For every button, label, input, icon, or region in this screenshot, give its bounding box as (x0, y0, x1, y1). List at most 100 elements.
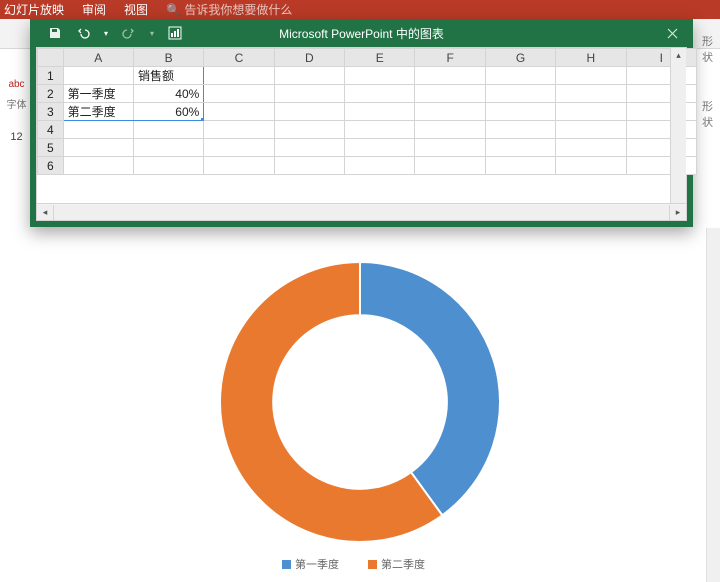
row-header[interactable]: 4 (38, 121, 64, 139)
legend-label: 第一季度 (295, 556, 339, 572)
ribbon-tab-slideshow[interactable]: 幻灯片放映 (4, 1, 64, 18)
cell[interactable] (556, 85, 626, 103)
col-header[interactable]: D (274, 49, 344, 67)
cell[interactable] (485, 85, 555, 103)
cell[interactable] (204, 85, 274, 103)
cell[interactable]: 第二季度 (63, 103, 133, 121)
row-header[interactable]: 2 (38, 85, 64, 103)
data-sheet[interactable]: A B C D E F G H I 1 销售额 (37, 48, 686, 203)
cell[interactable] (485, 103, 555, 121)
cell[interactable] (556, 139, 626, 157)
close-button[interactable] (651, 19, 693, 47)
scrollbar-track[interactable] (53, 205, 670, 220)
range-handle-icon[interactable] (201, 118, 204, 121)
cell[interactable] (415, 85, 485, 103)
horizontal-scrollbar[interactable]: ◂ ▸ (37, 203, 686, 220)
legend-swatch-icon (429, 560, 438, 569)
cell[interactable] (345, 157, 415, 175)
cell[interactable] (556, 103, 626, 121)
cell[interactable] (63, 121, 133, 139)
cell[interactable] (274, 85, 344, 103)
cell[interactable] (204, 67, 274, 85)
data-window-titlebar[interactable]: ▾ ▾ Microsoft PowerPoint 中的图表 (30, 19, 693, 47)
col-header[interactable]: C (204, 49, 274, 67)
cell[interactable] (345, 139, 415, 157)
shape-hint-1: 形状 (702, 33, 720, 65)
close-icon (667, 28, 678, 39)
cell[interactable] (485, 121, 555, 139)
scroll-up-icon[interactable]: ▴ (671, 48, 686, 63)
col-header[interactable]: B (133, 49, 203, 67)
font-group-label: 字体 (0, 96, 33, 111)
legend-label: 第二季度 (381, 556, 425, 572)
legend-swatch-icon (282, 560, 291, 569)
select-all-cell[interactable] (38, 49, 64, 67)
cell[interactable] (204, 121, 274, 139)
cell[interactable]: 第一季度 (63, 85, 133, 103)
col-header[interactable]: H (556, 49, 626, 67)
data-window-title: Microsoft PowerPoint 中的图表 (30, 25, 693, 42)
legend-item: 第一季度 (282, 556, 352, 572)
cell[interactable] (63, 67, 133, 85)
legend-swatch-icon (368, 560, 377, 569)
font-panel-fragment: abc 字体 12 (0, 49, 34, 169)
cell[interactable] (415, 139, 485, 157)
right-pane-fragment: 形状 形状 (702, 0, 720, 130)
cell[interactable] (274, 67, 344, 85)
cell[interactable] (204, 139, 274, 157)
slide-number: 12 (0, 131, 33, 143)
cell[interactable] (63, 157, 133, 175)
abc-label: abc (0, 79, 33, 90)
cell[interactable] (274, 103, 344, 121)
cell[interactable] (63, 139, 133, 157)
col-header[interactable]: F (415, 49, 485, 67)
scroll-left-icon[interactable]: ◂ (37, 205, 53, 220)
row-header[interactable]: 6 (38, 157, 64, 175)
cell[interactable] (133, 121, 203, 139)
legend-item: 第二季度 (368, 556, 438, 572)
cell[interactable] (485, 157, 555, 175)
scroll-right-icon[interactable]: ▸ (670, 205, 686, 220)
donut-chart[interactable] (210, 252, 510, 552)
donut-slice[interactable] (360, 262, 500, 515)
cell[interactable] (133, 157, 203, 175)
shape-hint-2: 形状 (702, 98, 720, 130)
ribbon-tab-view[interactable]: 视图 (124, 1, 148, 18)
ppt-ribbon: 幻灯片放映 审阅 视图 🔍 告诉我你想要做什么 (0, 0, 720, 19)
row-header[interactable]: 3 (38, 103, 64, 121)
vertical-scrollbar[interactable]: ▴ (670, 48, 686, 203)
row-header[interactable]: 5 (38, 139, 64, 157)
col-header[interactable]: A (63, 49, 133, 67)
cell[interactable] (274, 157, 344, 175)
col-header[interactable]: E (345, 49, 415, 67)
cell[interactable] (345, 85, 415, 103)
ribbon-tab-review[interactable]: 审阅 (82, 1, 106, 18)
chart-data-window: ▾ ▾ Microsoft PowerPoint 中的图表 (30, 19, 693, 227)
cell[interactable] (485, 67, 555, 85)
ribbon-tell-me[interactable]: 告诉我你想要做什么 (184, 3, 292, 17)
cell[interactable] (415, 121, 485, 139)
cell[interactable] (345, 121, 415, 139)
cell[interactable] (415, 103, 485, 121)
cell[interactable]: 40% (133, 85, 203, 103)
cell[interactable] (274, 121, 344, 139)
chart-area[interactable]: 第一季度 第二季度 (0, 228, 720, 582)
cell[interactable] (274, 139, 344, 157)
cell[interactable]: 销售额 (133, 67, 203, 85)
col-header[interactable]: G (485, 49, 555, 67)
cell[interactable] (485, 139, 555, 157)
cell[interactable]: 60% (133, 103, 203, 121)
cell[interactable] (556, 157, 626, 175)
cell[interactable] (345, 67, 415, 85)
vertical-ruler (706, 228, 720, 582)
cell[interactable] (556, 121, 626, 139)
cell[interactable] (415, 67, 485, 85)
cell[interactable] (133, 139, 203, 157)
row-header[interactable]: 1 (38, 67, 64, 85)
cell[interactable] (204, 103, 274, 121)
cell[interactable] (415, 157, 485, 175)
cell[interactable] (204, 157, 274, 175)
cell[interactable] (556, 67, 626, 85)
chart-legend: 第一季度 第二季度 (282, 556, 438, 572)
cell[interactable] (345, 103, 415, 121)
